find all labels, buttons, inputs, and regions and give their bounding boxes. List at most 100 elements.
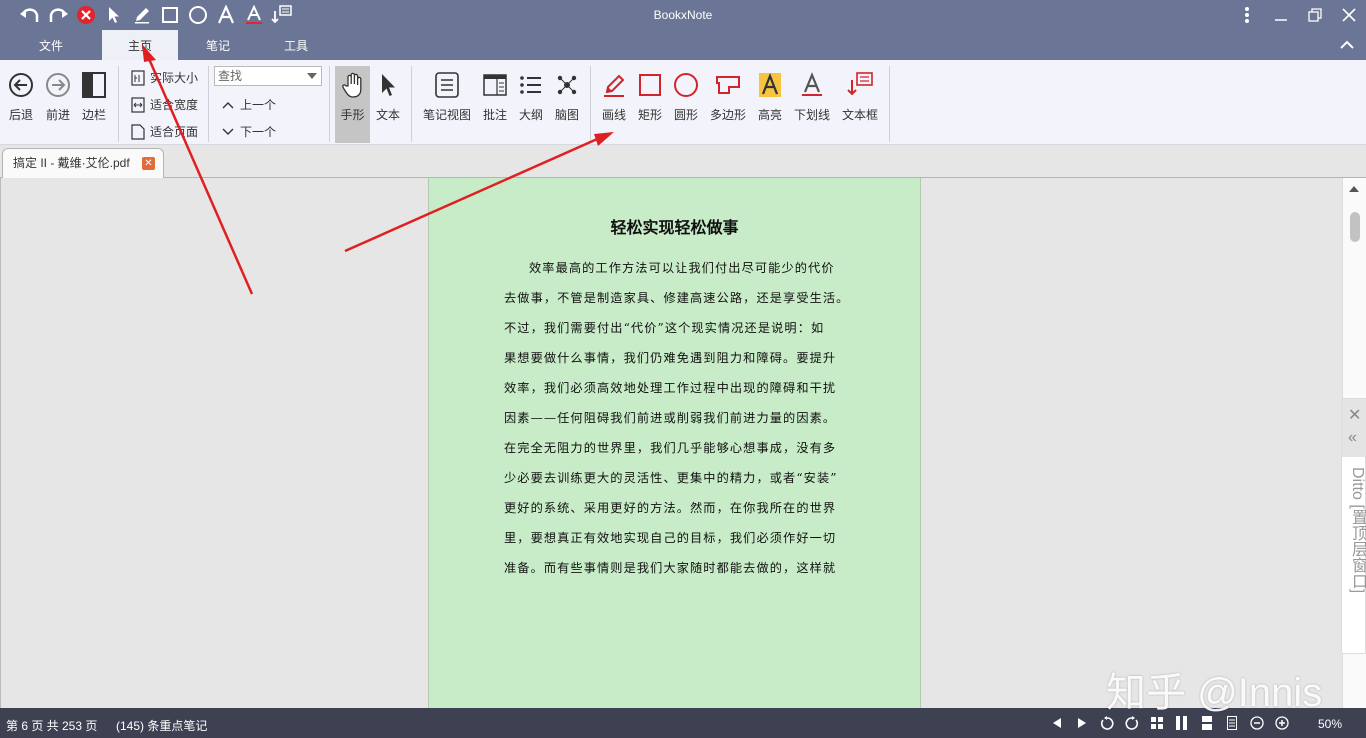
close-window-icon[interactable] xyxy=(1332,0,1366,30)
prev-page-icon[interactable] xyxy=(1044,713,1069,733)
ditto-label: Ditto [置顶层窗口] xyxy=(1349,467,1366,594)
page-text-line: 不过，我们需要付出“代价”这个现实情况还是说明：如 xyxy=(504,321,825,335)
polygon-button[interactable]: 多边形 xyxy=(708,68,748,123)
watermark: 知乎 @Innis xyxy=(1106,671,1323,715)
ribbon-separator xyxy=(329,66,330,142)
notes-count: (145) 条重点笔记 xyxy=(116,719,208,733)
chevron-up-icon xyxy=(220,97,236,113)
ribbon-home: 后退 前进 边栏 实际大小 适合宽度 适合页面 查找 上一个 下一个 手形 文本… xyxy=(0,60,1366,145)
pdf-viewer[interactable]: 轻松实现轻松做事 效率最高的工作方法可以让我们付出尽可能少的代价 去做事，不管是… xyxy=(0,178,1342,708)
fit-page-icon xyxy=(130,123,146,140)
fit-page-button[interactable]: 适合页面 xyxy=(130,123,198,140)
forward-button[interactable]: 前进 xyxy=(43,68,73,123)
ditto-expand-icon[interactable]: « xyxy=(1348,429,1357,447)
annotate-label: 批注 xyxy=(482,108,507,122)
chevron-down-icon xyxy=(220,124,236,140)
restore-icon[interactable] xyxy=(1298,0,1332,30)
fit-page-label: 适合页面 xyxy=(150,125,199,139)
actual-size-label: 实际大小 xyxy=(150,71,199,85)
text-select-button[interactable]: 文本 xyxy=(373,68,403,123)
outline-button[interactable]: 大纲 xyxy=(517,68,545,123)
ribbon-separator xyxy=(411,66,412,142)
tab-notes[interactable]: 笔记 xyxy=(180,30,256,60)
next-page-icon[interactable] xyxy=(1069,713,1094,733)
ditto-header: ✕ « xyxy=(1342,399,1366,457)
page-heading: 轻松实现轻松做事 xyxy=(610,218,739,237)
textbox-button[interactable]: 文本框 xyxy=(840,68,880,123)
actual-size-button[interactable]: 实际大小 xyxy=(130,69,198,86)
outline-list-icon xyxy=(516,68,546,102)
outline-label: 大纲 xyxy=(518,108,543,122)
actual-size-icon xyxy=(130,69,146,86)
document-tab-bar: 搞定 II - 戴维·艾伦.pdf ✕ xyxy=(0,145,1366,178)
title-bar: BookxNote xyxy=(0,0,1366,30)
page-text-line: 效率最高的工作方法可以让我们付出尽可能少的代价 xyxy=(529,261,835,275)
page-text-line: 少必要去训练更大的灵活性、更集中的精力，或者“安装” xyxy=(504,471,838,485)
tab-tools[interactable]: 工具 xyxy=(258,30,334,60)
mindmap-button[interactable]: 脑图 xyxy=(553,68,581,123)
document-tab-label: 搞定 II - 戴维·艾伦.pdf xyxy=(13,156,130,170)
red-polygon-icon xyxy=(713,68,743,102)
ditto-close-icon[interactable]: ✕ xyxy=(1348,405,1361,425)
note-view-button[interactable]: 笔记视图 xyxy=(421,68,473,123)
text-select-label: 文本 xyxy=(375,108,400,122)
dropdown-arrow-icon xyxy=(307,73,317,79)
document-tab[interactable]: 搞定 II - 戴维·艾伦.pdf ✕ xyxy=(2,148,164,178)
rectangle-button[interactable]: 矩形 xyxy=(636,68,664,123)
more-menu-icon[interactable] xyxy=(1230,0,1264,30)
polygon-label: 多边形 xyxy=(709,108,746,122)
mindmap-label: 脑图 xyxy=(554,108,579,122)
circle-label: 圆形 xyxy=(673,108,698,122)
find-placeholder: 查找 xyxy=(218,69,243,83)
find-next-label: 下一个 xyxy=(240,125,277,139)
page-text-line: 里，要想真正有效地实现自己的目标，我们必须作好一切 xyxy=(504,531,837,545)
note-view-label: 笔记视图 xyxy=(422,108,471,122)
pdf-page[interactable]: 轻松实现轻松做事 效率最高的工作方法可以让我们付出尽可能少的代价 去做事，不管是… xyxy=(428,178,921,708)
underline-label: 下划线 xyxy=(793,108,830,122)
page-text-line: 在完全无阻力的世界里，我们几乎能够心想事成，没有多 xyxy=(504,441,837,455)
ditto-side-panel[interactable]: ✕ « Ditto [置顶层窗口] xyxy=(1341,398,1366,654)
red-pen-icon xyxy=(599,68,629,102)
tab-home[interactable]: 主页 xyxy=(102,30,178,60)
sidebar-button[interactable]: 边栏 xyxy=(79,68,109,123)
page-text-line: 果想要做什么事情，我们仍难免遇到阻力和障碍。要提升 xyxy=(504,351,837,365)
mindmap-icon xyxy=(552,68,582,102)
close-tab-icon[interactable]: ✕ xyxy=(142,157,155,170)
back-button[interactable]: 后退 xyxy=(6,68,36,123)
underline-a-icon xyxy=(797,68,827,102)
fit-width-button[interactable]: 适合宽度 xyxy=(130,96,198,113)
underline-button[interactable]: 下划线 xyxy=(792,68,832,123)
note-view-icon xyxy=(432,68,462,102)
hand-label: 手形 xyxy=(340,108,365,122)
scroll-up-icon[interactable] xyxy=(1349,186,1359,192)
annotate-button[interactable]: 批注 xyxy=(481,68,509,123)
rectangle-label: 矩形 xyxy=(637,108,662,122)
page-text-line: 去做事，不管是制造家具、修建高速公路，还是享受生活。 xyxy=(504,291,850,305)
collapse-ribbon-icon[interactable] xyxy=(1340,38,1354,53)
textbox-label: 文本框 xyxy=(841,108,878,122)
highlight-a-icon xyxy=(755,68,785,102)
forward-label: 前进 xyxy=(45,108,70,122)
zoom-level: 50% xyxy=(1317,717,1342,731)
highlight-button[interactable]: 高亮 xyxy=(756,68,784,123)
draw-line-button[interactable]: 画线 xyxy=(600,68,628,123)
ribbon-separator xyxy=(208,66,209,142)
find-prev-button[interactable]: 上一个 xyxy=(220,96,276,113)
scroll-thumb[interactable] xyxy=(1350,212,1360,242)
find-dropdown[interactable]: 查找 xyxy=(214,66,322,86)
red-circle-icon xyxy=(671,68,701,102)
tab-file[interactable]: 文件 xyxy=(13,30,89,60)
back-label: 后退 xyxy=(8,108,33,122)
minimize-icon[interactable] xyxy=(1264,0,1298,30)
menu-bar: 文件 主页 笔记 工具 xyxy=(0,30,1366,60)
hand-tool-button[interactable]: 手形 xyxy=(335,66,370,143)
highlight-label: 高亮 xyxy=(757,108,782,122)
circle-button[interactable]: 圆形 xyxy=(672,68,700,123)
red-rectangle-icon xyxy=(635,68,665,102)
red-textbox-icon xyxy=(845,68,875,102)
find-next-button[interactable]: 下一个 xyxy=(220,123,276,140)
arrow-cursor-icon xyxy=(373,68,403,102)
page-text-line: 更好的系统、采用更好的方法。然而，在你我所在的世界 xyxy=(504,501,837,515)
sidebar-panel-icon xyxy=(79,68,109,102)
find-prev-label: 上一个 xyxy=(240,98,277,112)
